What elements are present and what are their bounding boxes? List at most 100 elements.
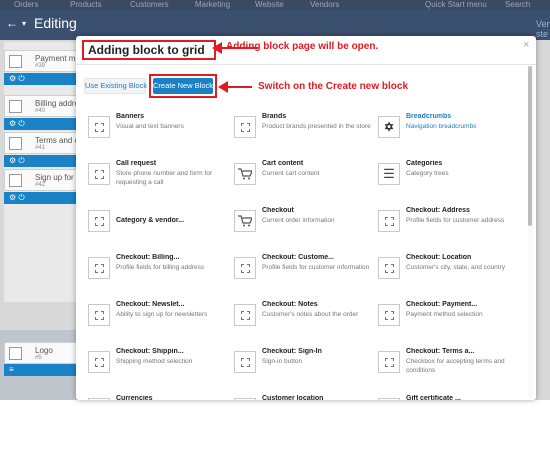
page-bottom bbox=[0, 400, 550, 450]
card-id: #40 bbox=[35, 108, 46, 114]
gear-icon[interactable]: ⚙ ⏻ bbox=[9, 74, 25, 84]
block-description: Customer's city, state, and country bbox=[406, 264, 506, 271]
block-item[interactable]: Brands Product brands presented in the st… bbox=[230, 113, 376, 161]
block-name: Breadcrumbs bbox=[406, 113, 452, 120]
cart-icon bbox=[234, 210, 256, 232]
block-item[interactable]: Checkout: Notes Customer's notes about th… bbox=[230, 301, 376, 349]
block-name: Checkout: Address bbox=[406, 207, 470, 214]
top-menu-bar: Orders Products Customers Marketing Webs… bbox=[0, 0, 550, 10]
signpost-icon: ✡ bbox=[378, 116, 400, 138]
block-item[interactable]: Category & vendor... bbox=[84, 207, 230, 255]
card-id: #41 bbox=[35, 145, 46, 151]
block-item[interactable]: Checkout: Billing... Profile fields for b… bbox=[84, 254, 230, 302]
block-name: Call request bbox=[116, 160, 157, 167]
gear-icon[interactable]: ⚙ ⏻ bbox=[9, 119, 25, 129]
block-item[interactable]: Checkout: Sign-In Sign-in button bbox=[230, 348, 376, 396]
block-controls[interactable]: ⚙ ⏻ bbox=[4, 118, 80, 130]
block-description: Visual and text banners bbox=[116, 123, 184, 130]
block-description: Current cart content bbox=[262, 170, 320, 177]
dashed-box-icon bbox=[88, 163, 110, 185]
dashed-box-icon bbox=[88, 116, 110, 138]
block-item[interactable]: ✡ Breadcrumbs Navigation breadcrumbs bbox=[374, 113, 520, 161]
dashed-box-icon bbox=[378, 210, 400, 232]
menu-icon[interactable]: ≡ bbox=[9, 365, 14, 374]
layout-block-card[interactable]: Sign up for n #42 bbox=[4, 169, 80, 191]
annotation-arrow bbox=[224, 86, 252, 88]
block-name: Cart content bbox=[262, 160, 304, 167]
annotation-page-open: Adding block page will be open. bbox=[226, 41, 379, 52]
dashed-box-icon bbox=[234, 351, 256, 373]
block-item[interactable]: $CurrenciesCurrency selector bbox=[84, 395, 230, 400]
block-item[interactable]: ☰ Categories Category trees bbox=[374, 160, 520, 208]
block-item[interactable]: Gift certificate ...Gift certificate inp… bbox=[374, 395, 520, 400]
vendor-site-link[interactable]: Ven-ste bbox=[536, 19, 550, 39]
block-item[interactable]: Checkout: Address Profile fields for cust… bbox=[374, 207, 520, 255]
block-item[interactable]: Checkout: Payment... Payment method selec… bbox=[374, 301, 520, 349]
block-item[interactable]: Checkout: Location Customer's city, state… bbox=[374, 254, 520, 302]
close-icon[interactable]: × bbox=[523, 39, 529, 51]
block-description: Category trees bbox=[406, 170, 449, 177]
back-arrow-icon[interactable]: ← bbox=[6, 16, 18, 30]
block-item[interactable]: Checkout: Custome... Profile fields for c… bbox=[230, 254, 376, 302]
block-controls[interactable]: ⚙ ⏻ bbox=[4, 73, 80, 85]
block-item[interactable]: Checkout: Newslet... Ability to sign up f… bbox=[84, 301, 230, 349]
create-new-block-tab[interactable]: Create New Block bbox=[153, 78, 213, 94]
menu-orders[interactable]: Orders bbox=[14, 0, 38, 9]
block-name: Gift certificate ... bbox=[406, 395, 461, 400]
layout-block-card[interactable]: Logo #5 bbox=[4, 342, 80, 364]
top-search[interactable]: Search bbox=[505, 0, 530, 9]
dashed-box-icon bbox=[234, 398, 256, 400]
gear-icon[interactable]: ⚙ ⏻ bbox=[9, 156, 25, 166]
dashed-box-icon bbox=[378, 351, 400, 373]
block-item[interactable]: Checkout: Shippin... Shipping method sele… bbox=[84, 348, 230, 396]
block-name: Currencies bbox=[116, 395, 153, 400]
block-item[interactable]: Call request Store phone number and form … bbox=[84, 160, 230, 208]
block-name: Checkout: Payment... bbox=[406, 301, 478, 308]
block-item[interactable]: Cart content Current cart content bbox=[230, 160, 376, 208]
block-name: Categories bbox=[406, 160, 443, 167]
layout-block-card[interactable]: Billing addres #40 bbox=[4, 95, 83, 117]
dollar-icon: $ bbox=[88, 398, 110, 400]
divider bbox=[76, 64, 536, 65]
block-name: Checkout bbox=[262, 207, 294, 214]
scrollbar-thumb[interactable] bbox=[528, 66, 532, 226]
card-id: #39 bbox=[35, 63, 46, 69]
block-name: Checkout: Notes bbox=[262, 301, 318, 308]
arrow-head-icon bbox=[218, 81, 228, 93]
menu-customers[interactable]: Customers bbox=[130, 0, 169, 9]
dialog-title: Adding block to grid bbox=[88, 43, 205, 57]
block-item[interactable]: Banners Visual and text banners bbox=[84, 113, 230, 161]
block-name: Checkout: Newslet... bbox=[116, 301, 185, 308]
layout-block-card[interactable]: Terms and co #41 bbox=[4, 132, 83, 154]
block-name: Checkout: Custome... bbox=[262, 254, 334, 261]
block-description: Ability to sign up for newsletters bbox=[116, 311, 208, 318]
menu-products[interactable]: Products bbox=[70, 0, 102, 9]
quick-start-menu[interactable]: Quick Start menu bbox=[425, 0, 487, 9]
menu-vendors[interactable]: Vendors bbox=[310, 0, 339, 9]
block-description: Current order information bbox=[262, 217, 335, 224]
caret-down-icon[interactable]: ▾ bbox=[22, 19, 26, 28]
block-description: Profile fields for customer information bbox=[262, 264, 370, 271]
dashed-box-icon bbox=[234, 304, 256, 326]
card-id: #42 bbox=[35, 182, 46, 188]
page-title: Editing bbox=[34, 15, 77, 31]
block-icon bbox=[9, 174, 22, 187]
block-name: Checkout: Terms a... bbox=[406, 348, 475, 355]
block-controls[interactable]: ⚙ ⏻ bbox=[4, 192, 80, 204]
gear-icon[interactable]: ⚙ ⏻ bbox=[9, 193, 25, 203]
dashed-box-icon bbox=[378, 304, 400, 326]
block-item[interactable]: Checkout: Terms a... Checkbox for accepti… bbox=[374, 348, 520, 396]
block-name: Category & vendor... bbox=[116, 217, 185, 224]
menu-marketing[interactable]: Marketing bbox=[195, 0, 230, 9]
block-item[interactable]: Customer locationCurrent city and city s… bbox=[230, 395, 376, 400]
block-description: Payment method selection bbox=[406, 311, 483, 318]
block-name: Brands bbox=[262, 113, 287, 120]
use-existing-block-tab[interactable]: Use Existing Block bbox=[84, 78, 147, 94]
menu-website[interactable]: Website bbox=[255, 0, 284, 9]
block-name: Customer location bbox=[262, 395, 324, 400]
block-description: Profile fields for billing address bbox=[116, 264, 205, 271]
layout-block-card[interactable]: Payment meth #39 bbox=[4, 50, 87, 72]
block-controls[interactable]: ⚙ ⏻ bbox=[4, 155, 80, 167]
block-controls[interactable]: ≡ bbox=[4, 364, 80, 376]
block-item[interactable]: Checkout Current order information bbox=[230, 207, 376, 255]
